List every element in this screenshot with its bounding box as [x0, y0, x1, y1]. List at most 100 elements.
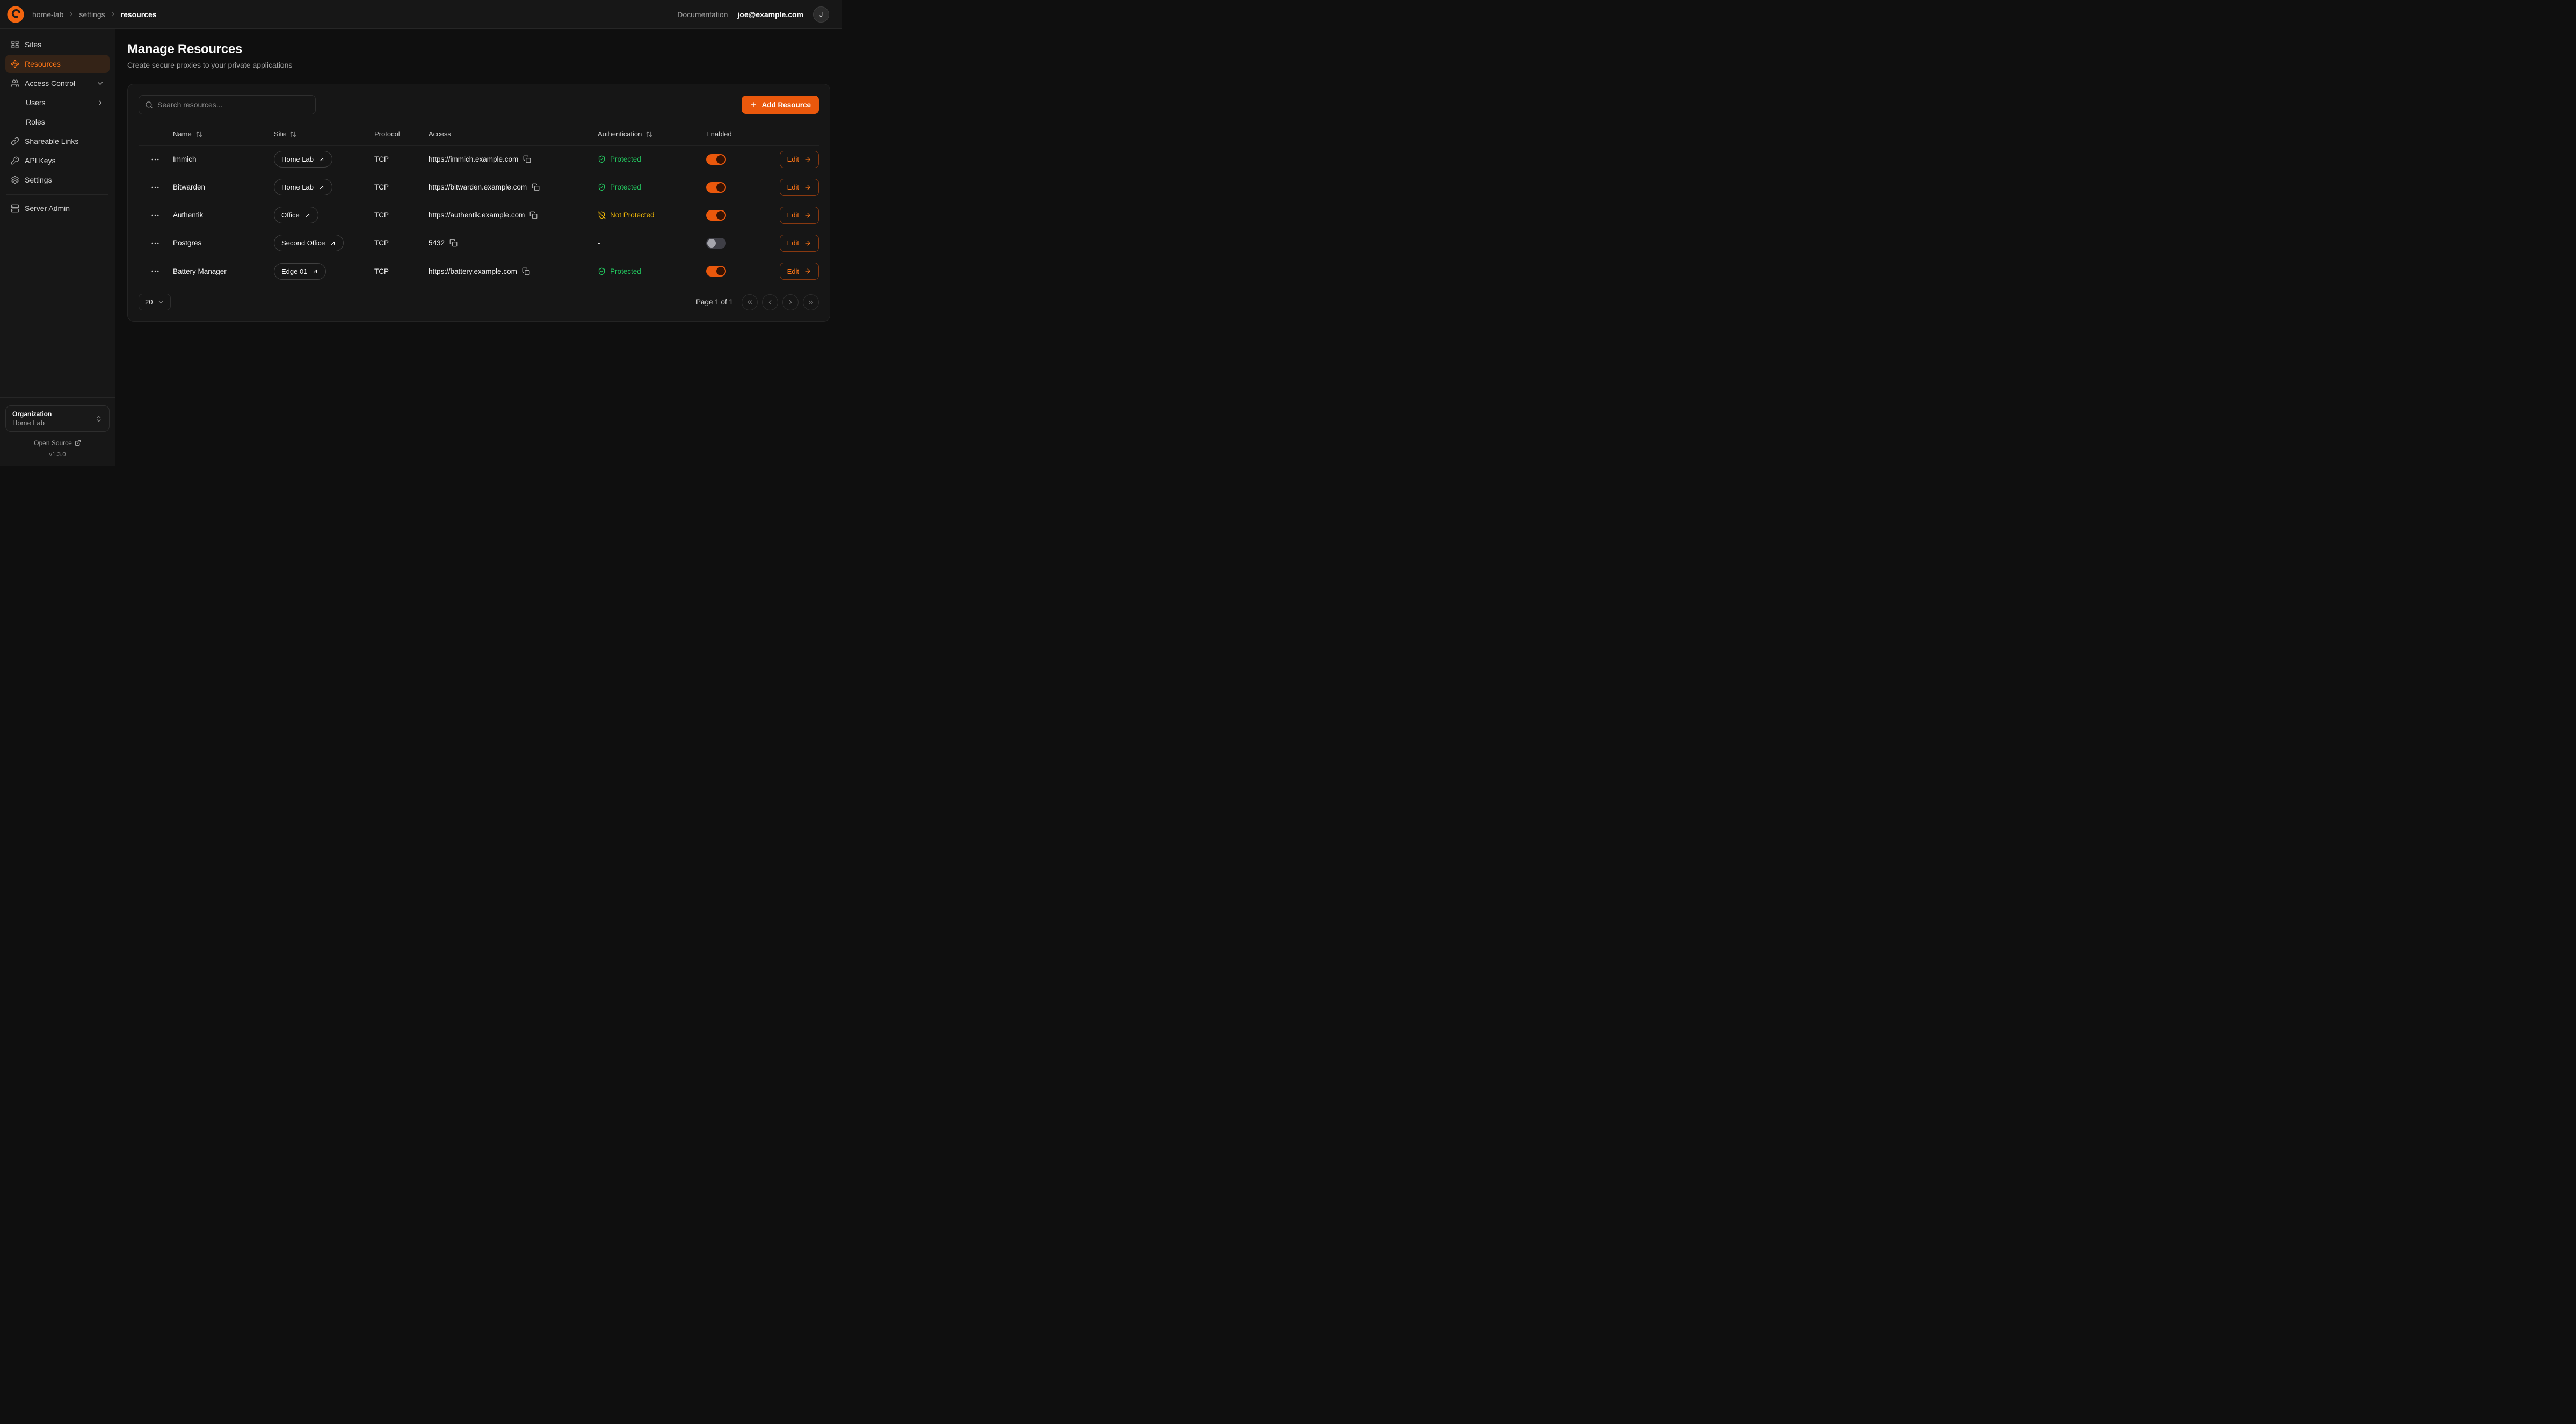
chevrons-up-down-icon	[95, 415, 103, 423]
next-page-button[interactable]	[782, 294, 799, 310]
documentation-link[interactable]: Documentation	[677, 10, 728, 19]
users-icon	[11, 79, 19, 88]
column-header-authentication: Authentication	[598, 130, 642, 138]
sidebar-item-label: Settings	[25, 176, 52, 184]
external-link-icon	[318, 184, 325, 191]
sidebar-item-server-admin[interactable]: Server Admin	[5, 199, 110, 217]
sidebar-item-label: Resources	[25, 60, 61, 68]
plus-icon	[750, 101, 757, 108]
site-link-button[interactable]: Edge 01	[274, 263, 326, 280]
access-url: https://bitwarden.example.com	[429, 183, 527, 191]
sort-by-name-button[interactable]	[195, 130, 203, 138]
search-resources[interactable]	[139, 95, 316, 114]
sidebar-item-api-keys[interactable]: API Keys	[5, 151, 110, 170]
table-row: Bitwarden Home Lab TCP https://bitwarden…	[139, 173, 819, 201]
open-source-label: Open Source	[34, 439, 72, 447]
sidebar-item-label: Access Control	[25, 79, 75, 88]
protocol-value: TCP	[374, 267, 429, 275]
sidebar-item-shareable-links[interactable]: Shareable Links	[5, 132, 110, 150]
copy-icon[interactable]	[529, 211, 538, 220]
site-name: Home Lab	[281, 155, 314, 163]
enabled-toggle[interactable]	[706, 154, 726, 165]
authentication-status: Protected	[598, 155, 706, 163]
row-menu-button[interactable]	[150, 238, 161, 249]
table-toolbar: Add Resource	[139, 95, 819, 114]
edit-button[interactable]: Edit	[780, 235, 819, 252]
arrow-right-icon	[804, 212, 811, 219]
copy-icon[interactable]	[449, 239, 458, 248]
table-header-row: Name Site Protocol Access Authentication…	[139, 123, 819, 146]
search-icon	[145, 101, 153, 109]
external-link-icon	[318, 156, 325, 163]
site-name: Office	[281, 211, 300, 219]
edit-button[interactable]: Edit	[780, 179, 819, 196]
prev-page-button[interactable]	[762, 294, 778, 310]
page-subtitle: Create secure proxies to your private ap…	[127, 61, 830, 69]
sidebar-item-settings[interactable]: Settings	[5, 171, 110, 189]
organization-label: Organization	[12, 410, 52, 418]
app-logo[interactable]	[6, 5, 25, 24]
protocol-value: TCP	[374, 239, 429, 247]
copy-icon[interactable]	[532, 183, 540, 192]
last-page-button[interactable]	[803, 294, 819, 310]
page-size-select[interactable]: 20	[139, 294, 171, 310]
sidebar-item-label: Server Admin	[25, 204, 70, 213]
site-name: Edge 01	[281, 267, 307, 275]
row-menu-button[interactable]	[150, 266, 161, 277]
sidebar-item-access-control[interactable]: Access Control	[5, 74, 110, 92]
add-resource-button[interactable]: Add Resource	[742, 96, 819, 114]
row-menu-button[interactable]	[150, 182, 161, 193]
site-link-button[interactable]: Home Lab	[274, 179, 332, 195]
site-link-button[interactable]: Office	[274, 207, 318, 223]
external-link-icon	[312, 268, 318, 274]
table-row: Immich Home Lab TCP https://immich.examp…	[139, 146, 819, 173]
edit-button[interactable]: Edit	[780, 263, 819, 280]
gear-icon	[11, 176, 19, 184]
row-menu-button[interactable]	[150, 154, 161, 165]
enabled-toggle[interactable]	[706, 182, 726, 193]
user-email[interactable]: joe@example.com	[737, 10, 803, 19]
sidebar-item-sites[interactable]: Sites	[5, 35, 110, 54]
organization-selector[interactable]: Organization Home Lab	[5, 405, 110, 432]
copy-icon[interactable]	[522, 267, 531, 275]
search-input[interactable]	[157, 100, 309, 109]
resource-name: Immich	[173, 155, 274, 163]
authentication-status: Protected	[598, 267, 706, 275]
access-url: https://battery.example.com	[429, 267, 517, 275]
first-page-button[interactable]	[742, 294, 758, 310]
breadcrumb-resources: resources	[121, 10, 157, 19]
access-url: https://immich.example.com	[429, 155, 518, 163]
organization-text: Organization Home Lab	[12, 410, 52, 427]
edit-button[interactable]: Edit	[780, 207, 819, 224]
shield-off-icon	[598, 211, 606, 219]
avatar[interactable]: J	[813, 6, 829, 23]
breadcrumb-org[interactable]: home-lab	[32, 10, 63, 19]
edit-button[interactable]: Edit	[780, 151, 819, 168]
enabled-toggle[interactable]	[706, 266, 726, 277]
access-url: https://authentik.example.com	[429, 211, 525, 219]
site-link-button[interactable]: Home Lab	[274, 151, 332, 168]
sidebar-divider	[6, 194, 108, 195]
pagination: Page 1 of 1	[696, 294, 819, 310]
resource-name: Bitwarden	[173, 183, 274, 191]
layout-grid-icon	[11, 40, 19, 49]
breadcrumb: home-lab settings resources	[32, 10, 157, 19]
authentication-status: Not Protected	[598, 211, 706, 219]
arrow-right-icon	[804, 184, 811, 191]
sort-by-site-button[interactable]	[289, 130, 297, 138]
protocol-value: TCP	[374, 183, 429, 191]
sidebar-item-resources[interactable]: Resources	[5, 55, 110, 73]
sort-by-authentication-button[interactable]	[645, 130, 653, 138]
resource-name: Authentik	[173, 211, 274, 219]
enabled-toggle[interactable]	[706, 238, 726, 249]
sidebar-item-roles[interactable]: Roles	[5, 113, 110, 131]
sidebar-item-users[interactable]: Users	[5, 93, 110, 112]
row-menu-button[interactable]	[150, 210, 161, 221]
sidebar: Sites Resources Access Control Users Rol…	[0, 29, 115, 466]
copy-icon[interactable]	[523, 155, 532, 164]
breadcrumb-settings[interactable]: settings	[79, 10, 105, 19]
open-source-link[interactable]: Open Source	[5, 439, 110, 447]
site-name: Home Lab	[281, 183, 314, 191]
enabled-toggle[interactable]	[706, 210, 726, 221]
site-link-button[interactable]: Second Office	[274, 235, 344, 251]
